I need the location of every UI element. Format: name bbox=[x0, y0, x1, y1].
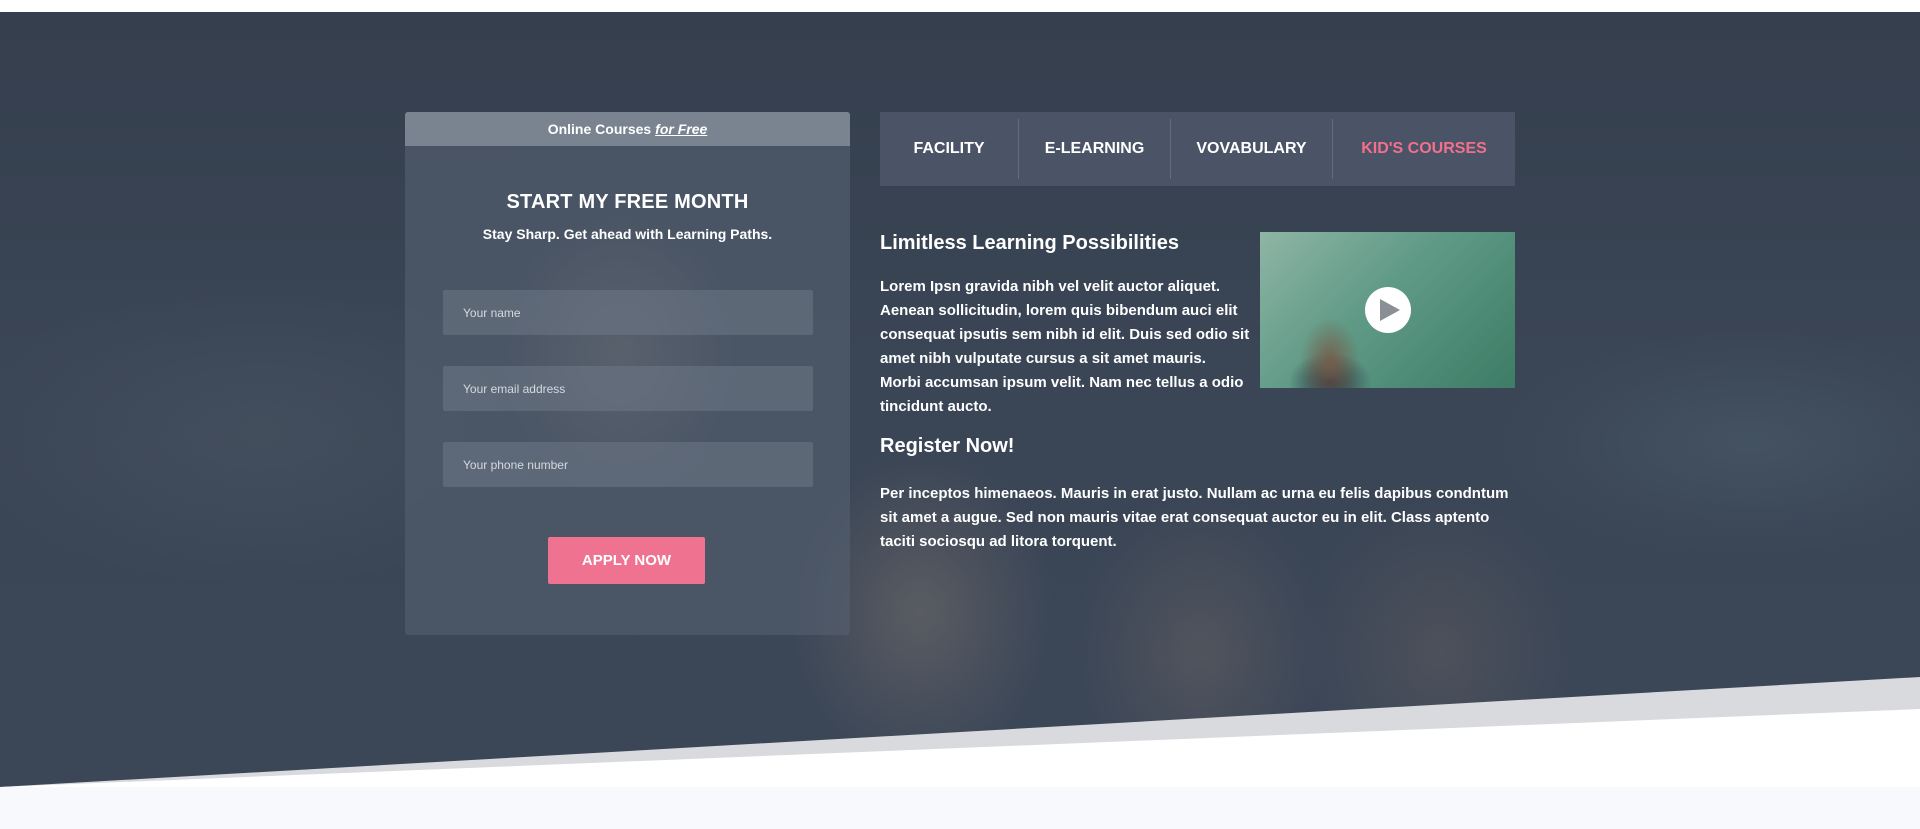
phone-input[interactable] bbox=[443, 442, 813, 487]
form-header-emphasis: for Free bbox=[655, 121, 708, 137]
apply-now-button[interactable]: APPLY NOW bbox=[548, 537, 705, 584]
section-text-register: Per inceptos himenaeos. Mauris in erat j… bbox=[880, 485, 1509, 550]
form-title: START MY FREE MONTH bbox=[506, 191, 749, 213]
tab-vocabulary[interactable]: VOVABULARY bbox=[1171, 119, 1332, 179]
play-button[interactable] bbox=[1365, 287, 1411, 333]
form-header-text: Online Courses bbox=[547, 121, 652, 137]
name-input[interactable] bbox=[443, 290, 813, 335]
tab-facility[interactable]: FACILITY bbox=[880, 119, 1018, 179]
tab-e-learning[interactable]: E-LEARNING bbox=[1019, 119, 1170, 179]
hero-wave-divider bbox=[0, 677, 1920, 787]
section-title-register: Register Now! bbox=[880, 435, 1015, 457]
next-section-strip bbox=[0, 787, 1920, 829]
section-text-learning: Lorem Ipsn gravida nibh vel velit auctor… bbox=[880, 278, 1250, 415]
form-subtitle: Stay Sharp. Get ahead with Learning Path… bbox=[482, 226, 773, 242]
course-tabs: FACILITY E-LEARNING VOVABULARY KID'S COU… bbox=[880, 112, 1515, 186]
tab-kids-courses[interactable]: KID'S COURSES bbox=[1333, 119, 1515, 179]
form-header: Online Courses for Free bbox=[405, 112, 850, 146]
email-input[interactable] bbox=[443, 366, 813, 411]
video-thumbnail[interactable] bbox=[1260, 232, 1515, 388]
section-title-learning: Limitless Learning Possibilities bbox=[880, 232, 1179, 254]
play-icon bbox=[1380, 299, 1400, 321]
signup-form-card: Online Courses for Free START MY FREE MO… bbox=[405, 112, 850, 635]
